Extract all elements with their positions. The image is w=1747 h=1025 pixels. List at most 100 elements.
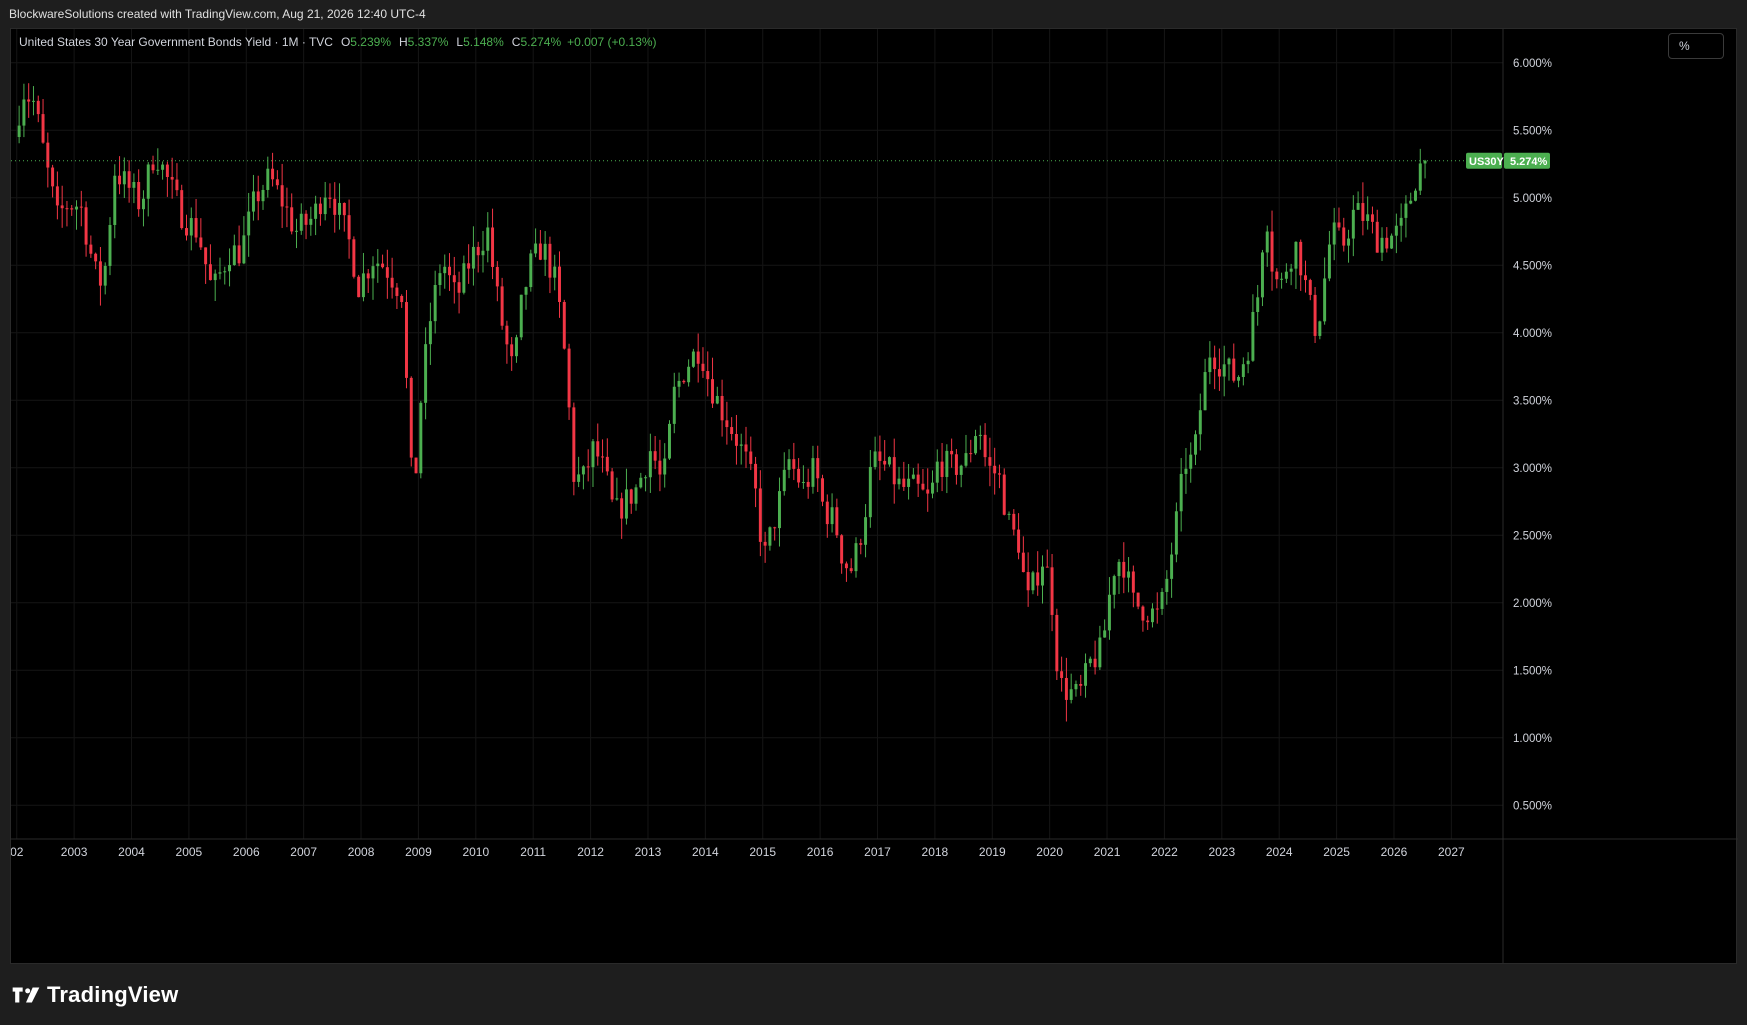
candle [1117, 559, 1121, 595]
candle-body [801, 481, 805, 483]
candle [864, 504, 868, 558]
candle [653, 436, 657, 470]
candle-body [1103, 630, 1107, 638]
price-tick-label: 2.000% [1513, 598, 1552, 610]
percent-scale-button[interactable]: % [1668, 33, 1724, 59]
candle-body [352, 239, 356, 277]
candlestick-chart[interactable]: 0.500% 1.000% 1.500% 2.000% 2.500% 3.000% 3.50… [11, 29, 1738, 965]
candle-body [974, 436, 978, 454]
candle-body [1088, 658, 1092, 664]
candle-body [878, 451, 882, 461]
candle-body [1370, 214, 1374, 222]
price-tag-ticker: US30Y [1469, 156, 1505, 168]
candle-body [639, 477, 643, 488]
candle [146, 162, 150, 217]
candle-body [357, 276, 361, 298]
candle-body [1237, 376, 1241, 381]
candle [1170, 542, 1174, 598]
candle-body [194, 218, 198, 238]
candle [849, 558, 853, 574]
candle [27, 83, 31, 118]
chart-pane[interactable]: 0.500% 1.000% 1.500% 2.000% 2.500% 3.000% 3.50… [10, 28, 1738, 965]
candle-body [911, 474, 915, 479]
price-tick-label: 3.500% [1513, 395, 1552, 407]
candle-body [481, 250, 485, 256]
candle [237, 225, 241, 267]
candle-body [232, 245, 236, 266]
time-tick-label: 2026 [1381, 845, 1408, 859]
candle [577, 456, 581, 488]
candle-body [648, 451, 652, 478]
candle-body [1026, 572, 1030, 591]
candle-body [610, 471, 614, 500]
candle-body [471, 246, 475, 269]
candle [1179, 457, 1183, 532]
candle-body [1007, 513, 1011, 515]
time-tick-label: 2010 [462, 845, 489, 859]
candle-body [424, 344, 428, 403]
candle-body [959, 465, 963, 475]
candle [1237, 375, 1241, 388]
time-axis[interactable]: 02 2003 2004 2005 2006 2007 2008 2009 2010 2011 20… [11, 845, 1465, 859]
candle-body [118, 175, 122, 185]
candle-body [404, 302, 408, 378]
candle-body [433, 284, 437, 322]
candle [1294, 241, 1298, 289]
candle [194, 198, 198, 243]
candle-body [945, 450, 949, 477]
candle [185, 214, 188, 241]
candle-body [529, 253, 533, 288]
price-tag-value: 5.274% [1510, 156, 1548, 168]
candle [1045, 549, 1049, 568]
candle-body [567, 348, 571, 408]
candle [935, 449, 939, 493]
candle-body [1256, 297, 1260, 312]
candle [156, 148, 160, 175]
candle-body [31, 100, 35, 102]
candle [242, 216, 246, 265]
candle-body [170, 176, 174, 180]
price-axis[interactable]: 0.500% 1.000% 1.500% 2.000% 2.500% 3.000% 3.50… [1513, 58, 1552, 813]
candle [510, 337, 514, 371]
candle-body [280, 185, 284, 207]
candle [208, 244, 212, 281]
candle [280, 163, 284, 228]
candle [734, 414, 738, 465]
tradingview-logo[interactable]: TradingView [11, 982, 178, 1008]
time-tick-label: 2007 [290, 845, 317, 859]
candle [328, 183, 332, 209]
candle-body [797, 468, 801, 483]
candle-body [1084, 663, 1088, 686]
candle-body [1021, 552, 1025, 573]
candle [1036, 551, 1040, 596]
candle [1356, 191, 1360, 210]
candle-body [849, 568, 853, 572]
candle-body [366, 273, 370, 279]
candle-body [84, 207, 88, 245]
candle [75, 200, 78, 230]
candle-body [892, 457, 896, 485]
candle-body [897, 478, 901, 485]
symbol-title[interactable]: United States 30 Year Government Bonds Y… [19, 35, 333, 49]
candle [1284, 263, 1288, 284]
candle [218, 257, 222, 280]
candle-body [792, 459, 796, 469]
candle [835, 498, 839, 538]
candle [907, 463, 911, 500]
candle [801, 465, 805, 489]
candle [964, 434, 968, 468]
candle-body [1342, 227, 1346, 246]
candle-body [1017, 529, 1021, 553]
candle-body [577, 474, 581, 482]
candle [1414, 188, 1417, 202]
candle [911, 467, 915, 480]
candle-body [983, 434, 987, 458]
candle-body [1050, 567, 1054, 615]
candle-body [448, 266, 451, 276]
candle [715, 386, 719, 405]
candle-body [199, 237, 203, 248]
candle [1194, 430, 1197, 466]
candle-body [754, 463, 758, 489]
candle [668, 420, 671, 460]
candle [1241, 357, 1245, 386]
